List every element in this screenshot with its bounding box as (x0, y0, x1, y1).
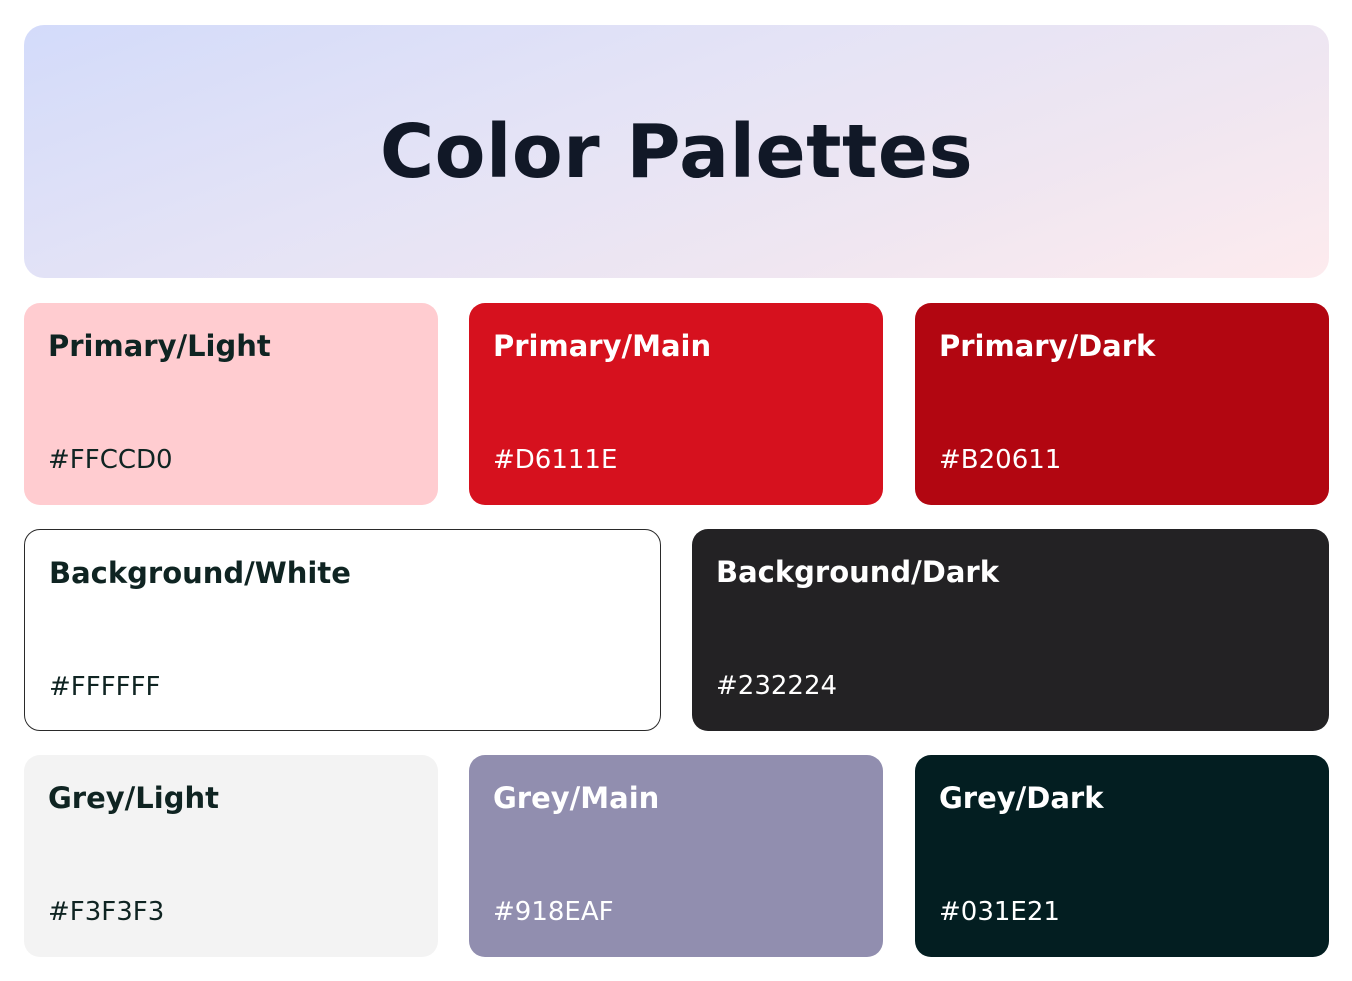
swatch-grey-dark: Grey/Dark #031E21 (915, 755, 1329, 957)
swatch-background-white: Background/White #FFFFFF (24, 529, 661, 731)
swatch-hex: #F3F3F3 (48, 897, 165, 927)
swatch-grey-light: Grey/Light #F3F3F3 (24, 755, 438, 957)
swatch-name: Background/White (49, 556, 351, 590)
swatch-background-dark: Background/Dark #232224 (692, 529, 1329, 731)
page-title: Color Palettes (379, 108, 974, 195)
swatch-grey-main: Grey/Main #918EAF (469, 755, 883, 957)
swatch-name: Grey/Dark (939, 781, 1104, 815)
swatch-hex: #FFCCD0 (48, 445, 173, 475)
swatch-primary-main: Primary/Main #D6111E (469, 303, 883, 505)
swatch-name: Grey/Light (48, 781, 219, 815)
swatch-name: Background/Dark (716, 555, 1000, 589)
swatch-hex: #918EAF (493, 897, 614, 927)
swatch-name: Grey/Main (493, 781, 660, 815)
swatch-hex: #031E21 (939, 897, 1060, 927)
swatch-hex: #D6111E (493, 445, 618, 475)
swatch-hex: #232224 (716, 671, 838, 701)
swatch-name: Primary/Light (48, 329, 271, 363)
swatch-primary-dark: Primary/Dark #B20611 (915, 303, 1329, 505)
swatch-name: Primary/Dark (939, 329, 1156, 363)
header-banner: Color Palettes (24, 25, 1329, 278)
swatch-hex: #FFFFFF (49, 672, 161, 702)
swatch-primary-light: Primary/Light #FFCCD0 (24, 303, 438, 505)
swatch-hex: #B20611 (939, 445, 1062, 475)
swatch-name: Primary/Main (493, 329, 712, 363)
